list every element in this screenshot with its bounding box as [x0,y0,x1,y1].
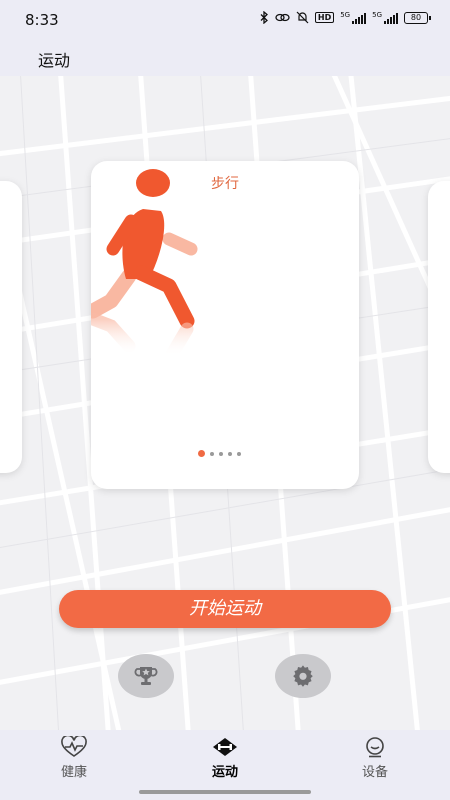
tab-health[interactable]: 健康 [29,736,119,780]
heart-pulse-icon [61,736,87,757]
device-face-icon [366,737,384,758]
dumbbell-icon [213,738,237,756]
gear-icon [293,665,313,687]
carousel-pagination [198,450,241,457]
carousel-card-previous[interactable] [0,181,22,473]
exercise-card[interactable]: 步行 [91,161,359,489]
tab-sport[interactable]: 运动 [180,736,270,780]
bluetooth-icon [260,11,268,24]
bell-muted-icon [296,11,309,24]
map-background: 步行 [0,76,450,730]
tab-sport-label: 运动 [211,765,238,780]
link-icon [275,13,290,22]
hd-badge: HD [314,12,335,23]
signal-strength-icon: 5G [340,10,367,24]
achievements-button[interactable] [118,654,174,698]
battery-icon: 80 [404,11,431,24]
page-dot[interactable] [228,451,232,456]
start-exercise-button[interactable]: 开始运动 [59,590,391,628]
app-bar: 运动 [0,38,450,76]
tab-health-label: 健康 [60,765,87,780]
tab-device-label: 设备 [361,765,388,780]
status-time: 8:33 [25,11,59,29]
signal-strength-icon-2: 5G [372,10,398,24]
page-dot-active[interactable] [198,450,205,457]
status-icons: HD 5G 5G 80 [260,10,431,24]
settings-button[interactable] [275,654,331,698]
page-dot[interactable] [219,451,223,456]
carousel-card-next[interactable] [428,181,450,473]
network-type-label: 5G [340,10,351,19]
page-dot[interactable] [210,451,214,456]
trophy-icon [134,667,158,685]
walking-person-icon [91,169,198,363]
network-type-label-2: 5G [372,10,382,19]
status-bar: 8:33 HD 5G 5G 80 [0,0,450,38]
home-indicator[interactable] [139,790,311,794]
page-dot[interactable] [237,451,241,456]
tab-device[interactable]: 设备 [330,736,420,780]
page-title: 运动 [38,51,71,70]
